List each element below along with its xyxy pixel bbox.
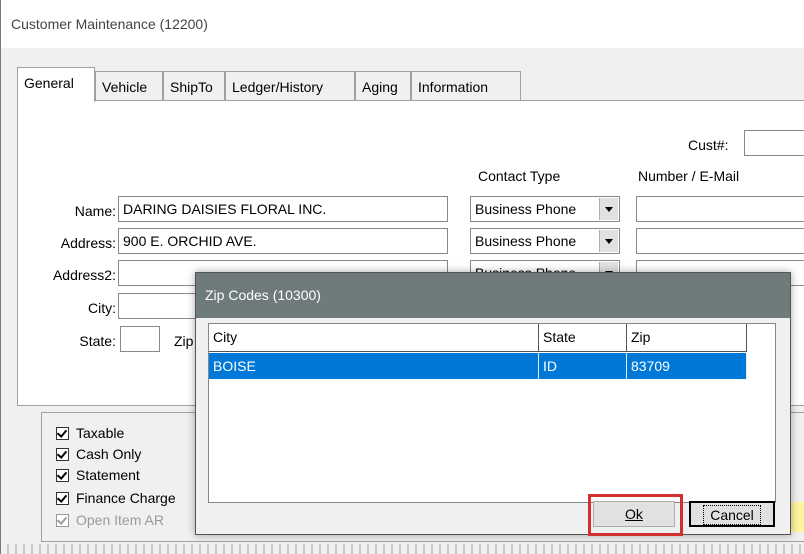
tab-vehicle[interactable]: Vehicle — [95, 71, 163, 101]
column-header-city[interactable]: City — [209, 324, 539, 352]
cell-city: BOISE — [209, 353, 539, 379]
contact-number-field-2[interactable] — [636, 228, 804, 254]
contact-number-field-1[interactable] — [636, 196, 804, 222]
cust-num-field[interactable] — [744, 130, 804, 156]
checkbox-box — [56, 513, 69, 527]
checkbox-label: Open Item AR — [76, 512, 164, 528]
chevron-down-icon[interactable] — [599, 230, 618, 252]
bottom-edge — [1, 544, 804, 554]
taxable-checkbox[interactable]: Taxable — [56, 425, 124, 441]
checkbox-box[interactable] — [56, 468, 69, 482]
city-label: City: — [88, 300, 116, 316]
cancel-button-label: Cancel — [703, 505, 761, 525]
city-field[interactable] — [118, 293, 198, 319]
address2-label: Address2: — [52, 267, 116, 283]
tab-ledger-history[interactable]: Ledger/History — [225, 71, 355, 101]
checkbox-label: Finance Charge — [76, 490, 176, 506]
contact-type-select-1[interactable]: Business Phone — [470, 196, 620, 222]
tab-shipto[interactable]: ShipTo — [163, 71, 225, 101]
tab-aging[interactable]: Aging — [355, 71, 411, 101]
zip-label: Zip — [174, 333, 194, 349]
name-field[interactable]: DARING DAISIES FLORAL INC. — [118, 196, 448, 222]
state-field[interactable] — [120, 326, 160, 352]
zip-code-list[interactable]: City State Zip BOISE ID 83709 — [208, 323, 776, 503]
number-email-header: Number / E-Mail — [638, 168, 740, 184]
ok-button-highlight — [588, 494, 683, 536]
tab-information[interactable]: Information — [411, 71, 521, 101]
contact-type-value-1: Business Phone — [475, 201, 577, 217]
state-label: State: — [79, 333, 116, 349]
column-header-zip[interactable]: Zip — [627, 324, 747, 352]
column-header-state[interactable]: State — [539, 324, 627, 352]
checkmark-icon — [56, 447, 68, 459]
address-label: Address: — [60, 235, 116, 251]
window-title: Customer Maintenance (12200) — [11, 16, 208, 32]
chevron-down-icon[interactable] — [599, 198, 618, 220]
contact-type-select-2[interactable]: Business Phone — [470, 228, 620, 254]
cash-only-checkbox[interactable]: Cash Only — [56, 446, 141, 462]
title-bar: Customer Maintenance (12200) — [1, 0, 804, 48]
checkmark-icon — [56, 468, 68, 480]
name-label: Name: — [74, 203, 116, 219]
cancel-button[interactable]: Cancel — [689, 501, 775, 527]
tab-general[interactable]: General — [17, 67, 95, 102]
checkbox-box[interactable] — [56, 447, 69, 461]
checkbox-label: Taxable — [76, 425, 125, 441]
contact-type-value-2: Business Phone — [475, 233, 577, 249]
checkmark-icon — [56, 426, 68, 438]
open-item-ar-checkbox: Open Item AR — [56, 512, 164, 528]
checkbox-label: Cash Only — [76, 446, 142, 462]
checkmark-icon — [56, 513, 68, 525]
dialog-title: Zip Codes (10300) — [196, 273, 790, 318]
cust-num-label: Cust#: — [688, 137, 729, 153]
checkbox-box[interactable] — [56, 491, 69, 505]
checkbox-label: Statement — [76, 467, 140, 483]
contact-type-header: Contact Type — [478, 168, 561, 184]
checkmark-icon — [56, 491, 68, 503]
zip-codes-dialog: Zip Codes (10300) City State Zip BOISE I… — [195, 272, 791, 535]
table-row[interactable]: BOISE ID 83709 — [209, 353, 747, 379]
checkbox-box[interactable] — [56, 426, 69, 440]
statement-checkbox[interactable]: Statement — [56, 467, 140, 483]
cell-zip: 83709 — [627, 353, 747, 379]
finance-charge-checkbox[interactable]: Finance Charge — [56, 490, 176, 506]
cell-state: ID — [539, 353, 627, 379]
address-field[interactable]: 900 E. ORCHID AVE. — [118, 228, 448, 254]
